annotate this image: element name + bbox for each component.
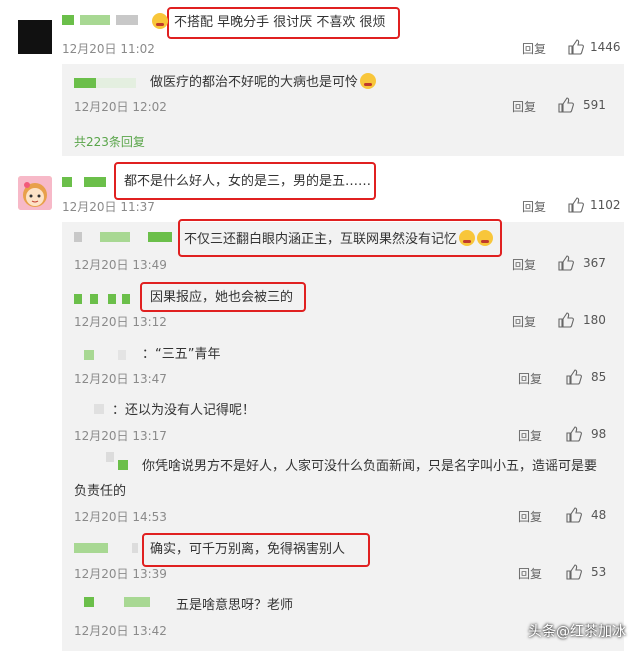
girl-avatar-icon [18,176,52,210]
reply-text: 负责任的 [74,484,127,499]
username[interactable] [62,177,72,187]
emoji-icon [360,73,377,89]
reply-time: 12月20日 13:47 [74,372,167,386]
more-replies-link[interactable]: 共223条回复 [74,133,145,150]
reply-button[interactable]: 回复 [522,40,546,57]
reply-text: 五是啥意思呀？老师 [176,598,294,613]
reply-button[interactable]: 回复 [512,98,536,115]
username[interactable] [100,232,130,242]
username[interactable] [74,78,96,88]
like-count: 85 [591,370,607,384]
comment-time: 12月20日 11:02 [62,42,155,56]
username[interactable] [116,15,138,25]
username[interactable] [96,78,136,88]
reply-time: 12月20日 13:49 [74,258,167,272]
thumb-up-icon[interactable] [568,39,584,55]
username[interactable] [148,232,172,242]
reply-time: 12月20日 13:39 [74,567,167,581]
reply-button[interactable]: 回复 [522,198,546,215]
reply-button[interactable]: 回复 [518,427,542,444]
comment-text: 不搭配 早晚分手 很讨厌 不喜欢 很烦 [150,13,386,31]
like-count: 1446 [590,40,621,54]
reply-time: 12月20日 13:42 [74,624,167,638]
username[interactable] [84,350,94,360]
thumb-up-icon[interactable] [558,312,574,328]
username[interactable] [74,232,82,242]
reply-button[interactable]: 回复 [512,256,536,273]
emoji-icon [152,13,168,29]
reply-text: 确实，可千万别离，免得祸害别人 [150,542,346,557]
thumb-up-icon[interactable] [558,255,574,271]
username[interactable] [90,294,98,304]
reply-text: 做医疗的都治不好呢的大病也是可怜 [150,73,377,91]
reply-time: 12月20日 12:02 [74,100,167,114]
like-count: 1102 [590,198,621,212]
emoji-icon [477,230,494,246]
username[interactable] [106,452,114,462]
reply-button[interactable]: 回复 [518,508,542,525]
reply-button[interactable]: 回复 [518,565,542,582]
avatar[interactable] [18,20,52,54]
like-count: 180 [583,313,606,327]
thumb-up-icon[interactable] [568,197,584,213]
reply-text: 因果报应，她也会被三的 [150,290,294,305]
username[interactable] [62,15,74,25]
username[interactable] [124,597,150,607]
emoji-icon [459,230,476,246]
reply-time: 12月20日 14:53 [74,510,167,524]
thumb-up-icon[interactable] [566,507,582,523]
reply-time: 12月20日 13:17 [74,429,167,443]
like-count: 591 [583,98,606,112]
username[interactable] [74,543,108,553]
thumb-up-icon[interactable] [566,369,582,385]
username[interactable] [122,294,130,304]
comment-time: 12月20日 11:37 [62,200,155,214]
like-count: 53 [591,565,607,579]
reply-text: ：“三五”青年 [142,347,221,362]
like-count: 98 [591,427,607,441]
username[interactable] [74,294,82,304]
username[interactable] [118,350,126,360]
watermark: 头条@红茶加冰 [528,624,626,640]
reply-text: 你凭啥说男方不是好人，人家可没什么负面新闻，只是名字叫小五，造谣可是要 [142,459,598,474]
username[interactable] [118,460,128,470]
username[interactable] [94,404,104,414]
thumb-up-icon[interactable] [566,564,582,580]
username[interactable] [80,15,110,25]
username[interactable] [84,177,106,187]
username[interactable] [132,543,138,553]
comment-text: 都不是什么好人，女的是三，男的是五…… [124,174,372,189]
like-count: 367 [583,256,606,270]
reply-time: 12月20日 13:12 [74,315,167,329]
reply-button[interactable]: 回复 [512,313,536,330]
username[interactable] [108,294,116,304]
reply-button[interactable]: 回复 [518,370,542,387]
thumb-up-icon[interactable] [558,97,574,113]
like-count: 48 [591,508,607,522]
avatar[interactable] [18,176,52,210]
username[interactable] [84,597,94,607]
thumb-up-icon[interactable] [566,426,582,442]
reply-text: ：还以为没有人记得呢！ [112,403,256,418]
reply-text: 不仅三还翻白眼内涵正主，互联网果然没有记忆 [184,230,494,248]
